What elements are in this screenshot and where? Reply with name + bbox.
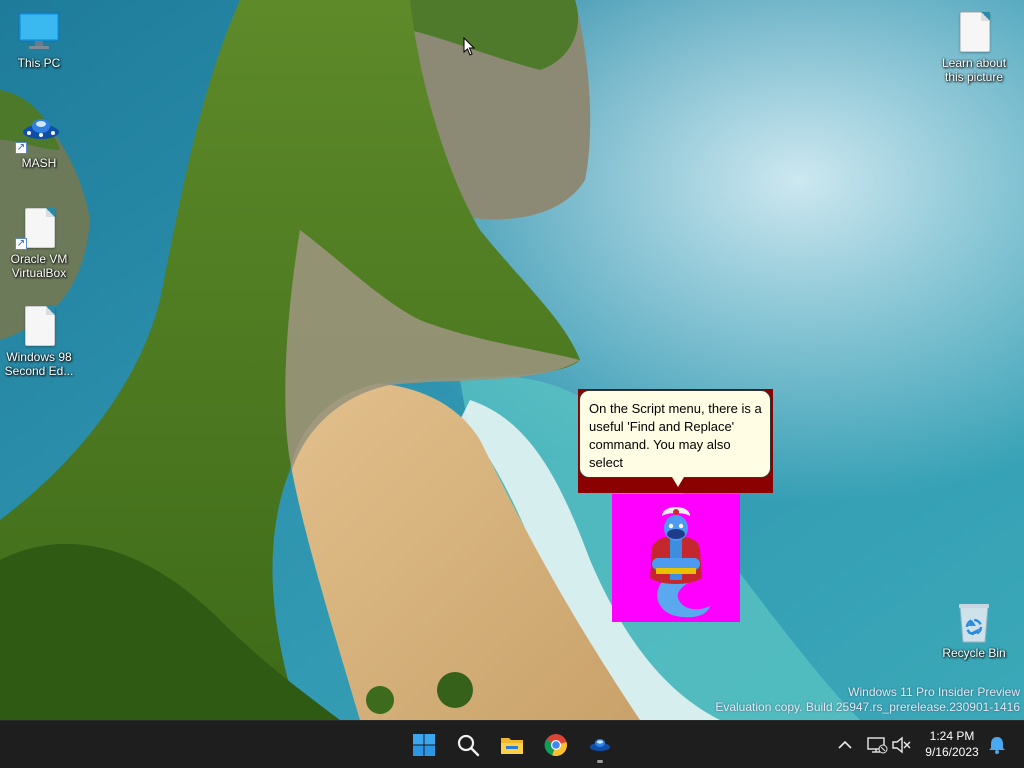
clock-time: 1:24 PM [929,729,975,743]
desktop-icon-recycle-bin[interactable]: Recycle Bin [936,600,1012,660]
recycle-bin-icon [952,600,996,644]
desktop-icon-label: MASH [21,156,57,170]
document-icon [17,304,61,348]
monitor-icon [17,10,61,54]
clock-date: 9/16/2023 [925,745,979,759]
search-icon [457,734,480,757]
desktop-wallpaper [0,0,1024,720]
taskbar-mash-button[interactable] [580,725,620,765]
speaker-muted-icon [892,736,911,754]
running-indicator [597,760,603,763]
taskbar: 1:24 PM 9/16/2023 [0,720,1024,768]
document-icon: ↗ [15,206,61,250]
shortcut-arrow-icon: ↗ [15,238,27,250]
taskbar-search-button[interactable] [448,725,488,765]
desktop-icon-label: Oracle VM VirtualBox [10,252,68,280]
taskbar-clock[interactable]: 1:24 PM 9/16/2023 [920,728,984,760]
windows-build-watermark: Windows 11 Pro Insider Preview Evaluatio… [715,685,1020,715]
desktop-icon-windows-98[interactable]: Windows 98 Second Ed... [1,304,77,378]
watermark-line-1: Windows 11 Pro Insider Preview [848,685,1020,699]
desktop-icon-label: This PC [17,56,61,70]
genie-agent-character[interactable] [612,494,740,622]
desktop-icon-oracle-vm-virtualbox[interactable]: ↗ Oracle VM VirtualBox [1,206,77,280]
document-icon [952,10,996,54]
desktop-icon-label: Recycle Bin [942,646,1006,660]
genie-icon [650,507,710,618]
shortcut-arrow-icon: ↗ [15,142,27,154]
chevron-up-icon [838,740,852,749]
notifications-button[interactable] [986,733,1008,757]
desktop-icon-learn-about-picture[interactable]: Learn about this picture [936,10,1012,84]
mouse-cursor-icon [463,36,476,61]
show-hidden-icons-button[interactable] [834,733,856,757]
taskbar-start-button[interactable] [404,725,444,765]
network-icon [867,737,888,754]
watermark-line-2: Evaluation copy. Build 25947.rs_prerelea… [715,700,1020,714]
network-status-button[interactable] [866,733,888,757]
taskbar-file-explorer-button[interactable] [492,725,532,765]
bell-icon [989,737,1005,754]
desktop-icon-label: Learn about this picture [941,56,1007,84]
desktop-icon-mash[interactable]: ↗ MASH [1,110,77,170]
desktop-icon-this-pc[interactable]: This PC [1,10,77,70]
speech-balloon-tail [672,477,684,487]
mash-app-icon: ↗ [15,110,61,154]
speech-balloon-body: On the Script menu, there is a useful 'F… [579,390,771,478]
agent-speech-balloon[interactable]: On the Script menu, there is a useful 'F… [578,389,773,493]
chrome-icon [544,734,567,757]
taskbar-chrome-button[interactable] [536,725,576,765]
windows-start-icon [413,734,435,756]
volume-button[interactable] [890,733,912,757]
speech-balloon-text: On the Script menu, there is a useful 'F… [589,401,762,470]
mash-app-icon [590,739,610,751]
desktop-icon-label: Windows 98 Second Ed... [4,350,74,378]
folder-icon [501,738,523,754]
